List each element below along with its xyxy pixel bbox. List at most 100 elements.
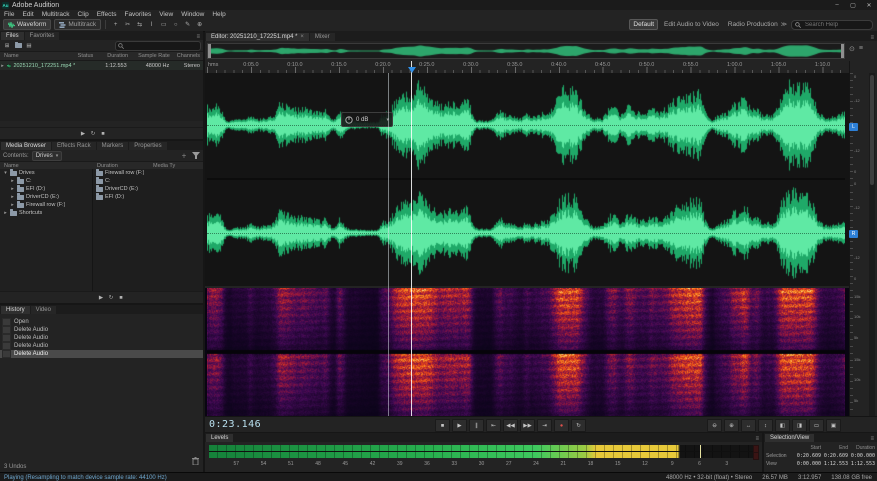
razor-tool-icon[interactable]: ✂ [122, 20, 133, 30]
open-file-icon[interactable] [13, 41, 23, 50]
navigator-right-handle[interactable] [841, 44, 844, 58]
panel-menu-icon[interactable]: ≡ [859, 45, 863, 53]
media-tree-item[interactable]: ▸C: [0, 177, 92, 185]
media-tree-item[interactable]: ▸EFI (D:) [0, 185, 92, 193]
spectrogram-canvas[interactable] [207, 288, 845, 416]
media-list-item[interactable]: EFI (D:) [93, 193, 203, 201]
navigator-waveform[interactable] [208, 44, 844, 58]
preview-loop-icon[interactable]: ↻ [88, 129, 98, 138]
tab-favorites[interactable]: Favorites [25, 32, 60, 40]
view-start[interactable]: 0:00.000 [796, 461, 823, 467]
zoom-in-horizontal-button[interactable]: ⊕ [724, 419, 739, 432]
menu-clip[interactable]: Clip [74, 10, 93, 18]
editor-panel-menu-icon[interactable]: ≡ [867, 35, 877, 41]
preview-stop-icon[interactable]: ■ [98, 129, 108, 138]
col-name[interactable]: Name [0, 53, 78, 59]
import-file-icon[interactable]: ⊞ [2, 41, 12, 50]
filter-funnel-icon[interactable] [192, 152, 200, 160]
zoom-selection-right-button[interactable]: ◨ [792, 419, 807, 432]
contents-dropdown[interactable]: Drives ▾ [32, 151, 63, 161]
selection-view-menu-icon[interactable]: ≡ [867, 436, 877, 442]
media-list-item[interactable]: Firewall row (F:) [93, 169, 203, 177]
pause-button[interactable]: ∥ [469, 419, 484, 432]
channel-badge-r[interactable]: R [849, 230, 858, 238]
tree-caret-icon[interactable]: ▸ [10, 186, 15, 192]
media-list-item[interactable]: DriverCD (E:) [93, 185, 203, 193]
preview-play-icon[interactable]: ▶ [78, 129, 88, 138]
tab-selection-view[interactable]: Selection/View [765, 434, 814, 442]
workspace-radio-production[interactable]: Radio Production [725, 20, 781, 29]
history-item[interactable]: Delete Audio [0, 350, 203, 358]
new-content-icon[interactable]: ▤ [24, 41, 34, 50]
selection-end[interactable]: 0:20.609 [823, 453, 850, 459]
menu-effects[interactable]: Effects [93, 10, 121, 18]
spectrogram-display[interactable] [205, 288, 865, 416]
menu-multitrack[interactable]: Multitrack [38, 10, 74, 18]
tab-files[interactable]: Files [1, 32, 24, 40]
levels-panel-menu-icon[interactable]: ≡ [752, 436, 762, 442]
tab-video[interactable]: Video [31, 306, 56, 314]
channel-badge-l[interactable]: L [849, 123, 858, 131]
maximize-button[interactable]: ▢ [845, 0, 861, 10]
tree-caret-icon[interactable]: ▸ [10, 202, 15, 208]
menu-file[interactable]: File [0, 10, 18, 18]
slip-tool-icon[interactable]: ⇆ [134, 20, 145, 30]
add-shortcut-icon[interactable]: ＋ [179, 151, 189, 160]
zoom-out-full-button[interactable]: ↔ [741, 419, 756, 432]
tab-close-icon[interactable]: × [300, 34, 304, 40]
preview-loop-icon[interactable]: ↻ [106, 293, 116, 302]
scrollbar-thumb[interactable] [870, 75, 874, 185]
history-item[interactable]: Delete Audio [0, 334, 203, 342]
spot-healing-brush-icon[interactable]: ⊕ [194, 20, 205, 30]
media-tree-item[interactable]: ▾Drives [0, 169, 92, 177]
files-panel-menu-icon[interactable]: ≡ [193, 34, 203, 40]
zoom-selection-left-button[interactable]: ◧ [775, 419, 790, 432]
preview-stop-icon[interactable]: ■ [116, 293, 126, 302]
col-sample-rate[interactable]: Sample Rate [131, 53, 173, 59]
menu-window[interactable]: Window [177, 10, 208, 18]
menu-view[interactable]: View [155, 10, 177, 18]
skip-to-start-button[interactable]: ⇤ [486, 419, 501, 432]
tree-caret-icon[interactable]: ▾ [3, 170, 8, 176]
history-item[interactable]: Open [0, 318, 203, 326]
rewind-button[interactable]: ◀◀ [503, 419, 518, 432]
selection-start[interactable]: 0:20.609 [796, 453, 823, 459]
paintbrush-selection-tool-icon[interactable]: ✎ [182, 20, 193, 30]
history-item[interactable]: Delete Audio [0, 342, 203, 350]
gain-hud[interactable]: 0 dB ▾ [341, 112, 393, 127]
workspace-edit-audio-to-video[interactable]: Edit Audio to Video [661, 20, 722, 29]
zoom-navigator[interactable] [207, 43, 845, 59]
skip-to-end-button[interactable]: ⇥ [537, 419, 552, 432]
tab-mixer[interactable]: Mixer [310, 33, 335, 41]
loop-playback-button[interactable]: ↻ [571, 419, 586, 432]
preview-play-icon[interactable]: ▶ [96, 293, 106, 302]
tab-media-browser[interactable]: Media Browser [1, 142, 51, 150]
clip-indicator-right[interactable] [753, 452, 759, 460]
tree-caret-icon[interactable]: ▸ [10, 194, 15, 200]
multitrack-view-button[interactable]: Multitrack [54, 19, 101, 30]
files-search-input[interactable] [126, 42, 196, 50]
gain-knob-icon[interactable] [345, 116, 353, 124]
col-channels[interactable]: Channels [173, 53, 203, 59]
menu-favorites[interactable]: Favorites [120, 10, 155, 18]
close-button[interactable]: ✕ [861, 0, 877, 10]
file-row[interactable]: ▸ 20251210_172251.mp4 * 1:12.553 48000 H… [0, 61, 203, 70]
zoom-reset-button[interactable]: ▣ [826, 419, 841, 432]
view-duration[interactable]: 1:12.553 [850, 461, 877, 467]
stop-button[interactable]: ■ [435, 419, 450, 432]
minimize-button[interactable]: – [829, 0, 845, 10]
menu-edit[interactable]: Edit [18, 10, 37, 18]
waveform-view-button[interactable]: Waveform [3, 19, 51, 30]
tab-editor[interactable]: Editor: 20251210_172251.mp4 * × [206, 33, 309, 41]
tree-caret-icon[interactable]: ▸ [3, 210, 8, 216]
expand-caret-icon[interactable]: ▸ [0, 63, 5, 69]
tab-levels[interactable]: Levels [206, 434, 233, 442]
media-tree-item[interactable]: ▸Firewall row (F:) [0, 201, 92, 209]
tab-effects-rack[interactable]: Effects Rack [52, 142, 96, 150]
zoom-out-horizontal-button[interactable]: ⊖ [707, 419, 722, 432]
help-search-input[interactable] [803, 21, 867, 29]
tab-history[interactable]: History [1, 306, 30, 314]
menu-help[interactable]: Help [208, 10, 229, 18]
tab-properties[interactable]: Properties [129, 142, 166, 150]
selection-duration[interactable]: 0:00.000 [850, 453, 877, 459]
